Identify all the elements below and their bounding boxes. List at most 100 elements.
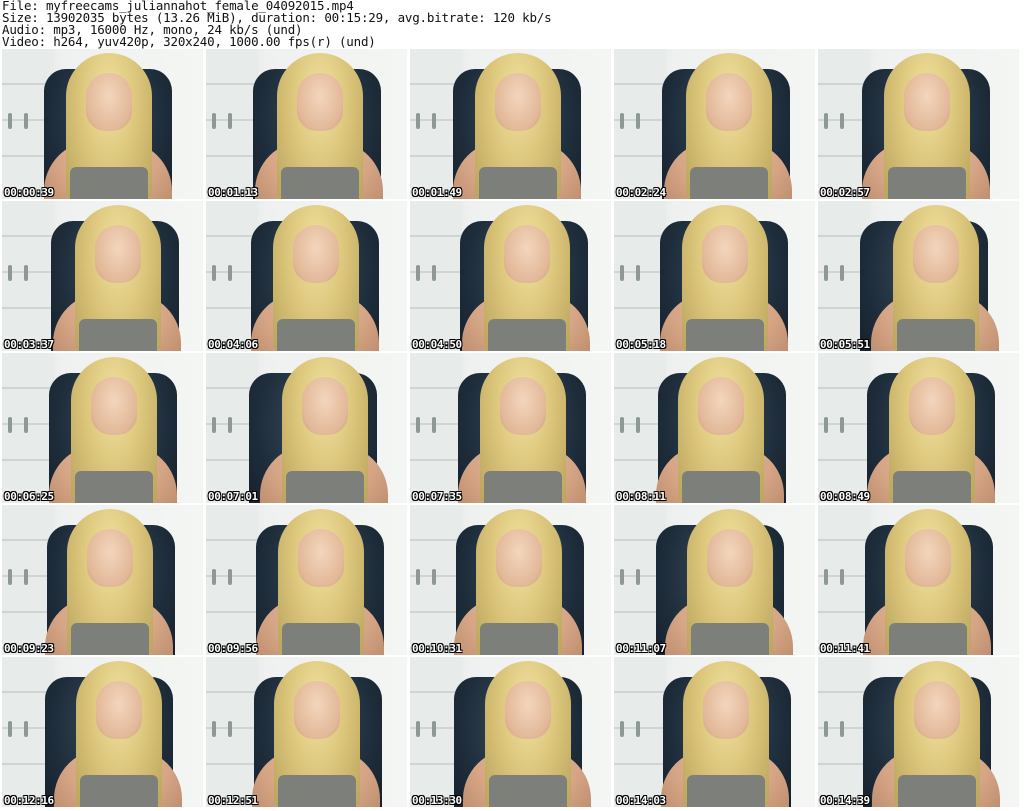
frame-wall-handle bbox=[620, 721, 624, 737]
frame-wall-handle bbox=[416, 569, 420, 585]
thumbnail-timestamp: 00:12:16 bbox=[4, 794, 54, 807]
video-thumbnail: 00:04:50 bbox=[410, 201, 611, 351]
frame-person-top bbox=[682, 471, 760, 503]
frame-wall-handle bbox=[840, 265, 844, 281]
video-thumbnail: 00:03:37 bbox=[2, 201, 203, 351]
frame-person-face bbox=[505, 681, 551, 739]
frame-person-top bbox=[897, 319, 975, 351]
video-thumbnail: 00:07:01 bbox=[206, 353, 407, 503]
frame-person-face bbox=[909, 377, 955, 435]
frame-person-face bbox=[302, 377, 348, 435]
thumbnail-timestamp: 00:04:06 bbox=[208, 338, 258, 351]
frame-wall-handle bbox=[636, 721, 640, 737]
frame-wall-handle bbox=[24, 265, 28, 281]
frame-wall-handle bbox=[24, 417, 28, 433]
frame-wall-handle bbox=[824, 721, 828, 737]
frame-person-face bbox=[298, 529, 344, 587]
video-thumbnail: 00:10:31 bbox=[410, 505, 611, 655]
frame-wall-handle bbox=[636, 569, 640, 585]
frame-person-face bbox=[293, 225, 339, 283]
thumbnail-timestamp: 00:07:35 bbox=[412, 490, 462, 503]
frame-person-face bbox=[95, 225, 141, 283]
frame-wall-handle bbox=[620, 113, 624, 129]
frame-person-top bbox=[893, 471, 971, 503]
frame-person-top bbox=[898, 775, 976, 807]
file-info-header: File: myfreecams_juliannahot_female_0409… bbox=[2, 0, 1022, 48]
frame-wall-handle bbox=[636, 417, 640, 433]
frame-wall-handle bbox=[8, 265, 12, 281]
video-thumbnail: 00:08:49 bbox=[818, 353, 1019, 503]
frame-person-face bbox=[698, 377, 744, 435]
frame-person-top bbox=[686, 319, 764, 351]
frame-person-top bbox=[489, 775, 567, 807]
frame-wall-handle bbox=[24, 113, 28, 129]
frame-wall-handle bbox=[228, 721, 232, 737]
frame-person-face bbox=[703, 681, 749, 739]
frame-person-top bbox=[70, 167, 148, 199]
frame-person-face bbox=[702, 225, 748, 283]
frame-person-top bbox=[282, 623, 360, 655]
thumbnail-timestamp: 00:13:30 bbox=[412, 794, 462, 807]
video-thumbnail: 00:09:56 bbox=[206, 505, 407, 655]
video-thumbnail: 00:05:18 bbox=[614, 201, 815, 351]
video-thumbnail: 00:11:07 bbox=[614, 505, 815, 655]
video-thumbnail: 00:02:24 bbox=[614, 49, 815, 199]
video-thumbnail: 00:01:13 bbox=[206, 49, 407, 199]
frame-wall-handle bbox=[824, 113, 828, 129]
frame-person-face bbox=[297, 73, 343, 131]
frame-wall-handle bbox=[228, 113, 232, 129]
frame-wall-handle bbox=[416, 417, 420, 433]
video-thumbnail: 00:14:39 bbox=[818, 657, 1019, 807]
frame-wall-handle bbox=[636, 113, 640, 129]
frame-wall-handle bbox=[8, 721, 12, 737]
frame-wall-handle bbox=[416, 721, 420, 737]
frame-person-face bbox=[905, 529, 951, 587]
frame-wall-handle bbox=[212, 265, 216, 281]
frame-wall-handle bbox=[416, 113, 420, 129]
thumbnail-timestamp: 00:01:13 bbox=[208, 186, 258, 199]
thumbnail-timestamp: 00:07:01 bbox=[208, 490, 258, 503]
frame-person-face bbox=[495, 73, 541, 131]
thumbnail-timestamp: 00:08:49 bbox=[820, 490, 870, 503]
frame-wall-handle bbox=[620, 417, 624, 433]
frame-person-face bbox=[707, 529, 753, 587]
frame-wall-handle bbox=[24, 569, 28, 585]
thumbnail-timestamp: 00:05:51 bbox=[820, 338, 870, 351]
frame-person-face bbox=[496, 529, 542, 587]
frame-person-top bbox=[71, 623, 149, 655]
frame-person-top bbox=[479, 167, 557, 199]
video-thumbnail: 00:12:51 bbox=[206, 657, 407, 807]
frame-person-top bbox=[691, 623, 769, 655]
frame-wall-handle bbox=[212, 417, 216, 433]
frame-wall-handle bbox=[840, 417, 844, 433]
frame-person-face bbox=[91, 377, 137, 435]
frame-person-face bbox=[504, 225, 550, 283]
frame-wall-handle bbox=[620, 265, 624, 281]
frame-person-face bbox=[914, 681, 960, 739]
frame-person-face bbox=[96, 681, 142, 739]
video-thumbnail: 00:11:41 bbox=[818, 505, 1019, 655]
frame-wall-handle bbox=[824, 265, 828, 281]
frame-person-face bbox=[86, 73, 132, 131]
thumbnail-timestamp: 00:09:56 bbox=[208, 642, 258, 655]
thumbnail-timestamp: 00:00:39 bbox=[4, 186, 54, 199]
frame-wall-handle bbox=[840, 113, 844, 129]
video-thumbnail: 00:02:57 bbox=[818, 49, 1019, 199]
thumbnail-timestamp: 00:10:31 bbox=[412, 642, 462, 655]
frame-person-top bbox=[278, 775, 356, 807]
frame-wall-handle bbox=[432, 265, 436, 281]
thumbnail-timestamp: 00:12:51 bbox=[208, 794, 258, 807]
video-thumbnail: 00:09:23 bbox=[2, 505, 203, 655]
thumbnail-timestamp: 00:09:23 bbox=[4, 642, 54, 655]
thumbnail-timestamp: 00:03:37 bbox=[4, 338, 54, 351]
frame-wall-handle bbox=[636, 265, 640, 281]
thumbnail-timestamp: 00:14:03 bbox=[616, 794, 666, 807]
thumbnail-timestamp: 00:02:24 bbox=[616, 186, 666, 199]
thumbnail-timestamp: 00:08:11 bbox=[616, 490, 666, 503]
thumbnail-timestamp: 00:04:50 bbox=[412, 338, 462, 351]
frame-wall-handle bbox=[24, 721, 28, 737]
frame-wall-handle bbox=[840, 569, 844, 585]
frame-person-top bbox=[286, 471, 364, 503]
frame-person-face bbox=[500, 377, 546, 435]
video-thumbnail: 00:13:30 bbox=[410, 657, 611, 807]
